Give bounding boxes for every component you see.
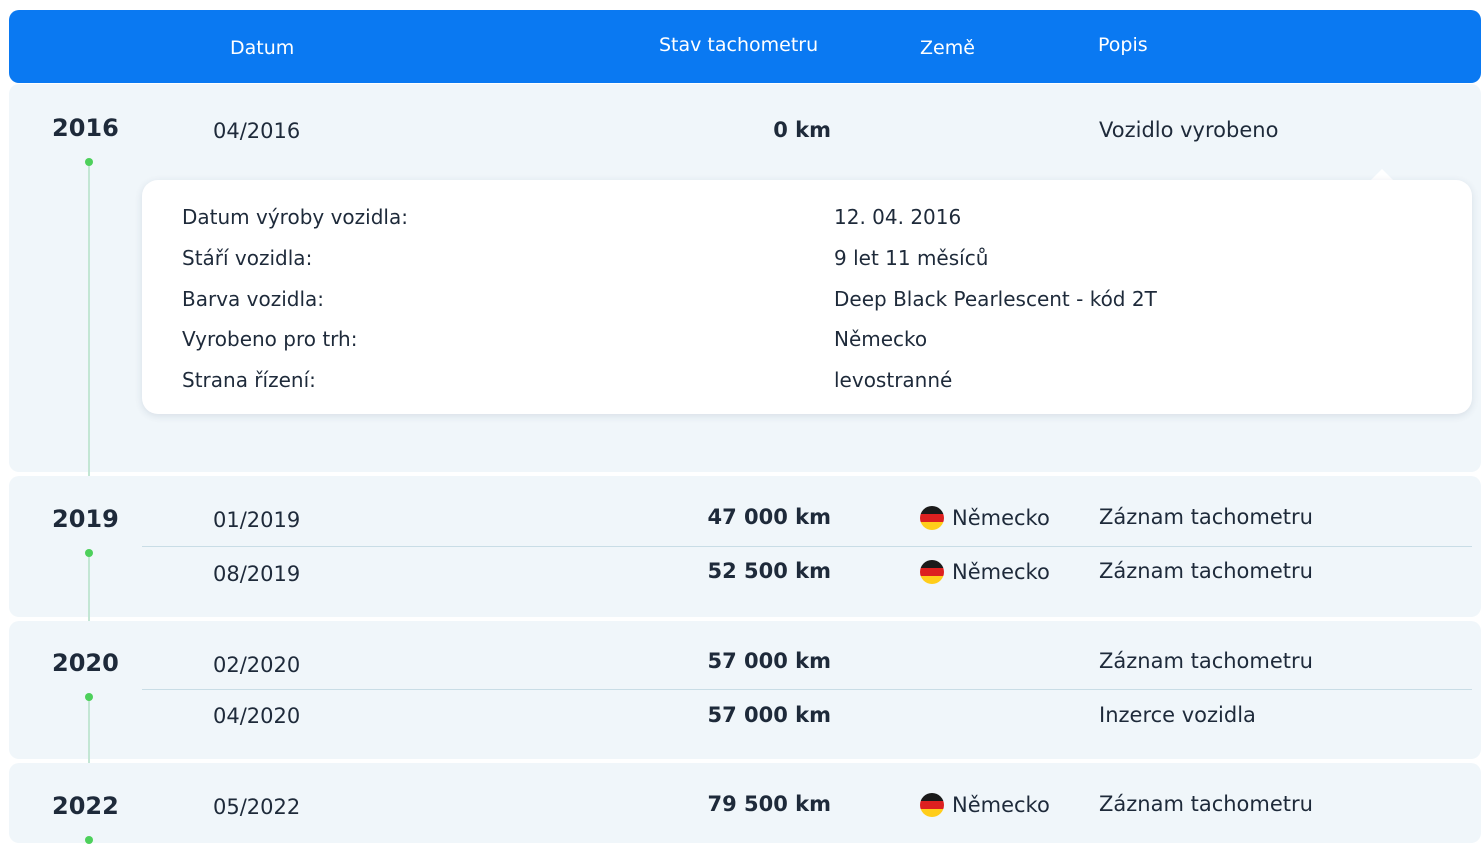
row-date: 05/2022 [213,795,301,819]
table-header: Datum Stav tachometru Země Popis [9,10,1481,83]
row-country-name: Německo [952,793,1050,817]
row-odometer: 0 km [773,118,831,142]
detail-value: 12. 04. 2016 [834,205,962,229]
row-odometer: 79 500 km [707,792,831,816]
year-label: 2020 [52,649,119,677]
header-datum: Datum [230,37,295,59]
detail-value: 9 let 11 měsíců [834,246,989,270]
row-date: 08/2019 [213,562,301,586]
row-description: Záznam tachometru [1099,792,1313,816]
germany-flag-icon [920,560,944,584]
row-date: 02/2020 [213,653,301,677]
detail-value: levostranné [834,368,953,392]
detail-label: Barva vozidla: [182,287,325,311]
year-label: 2016 [52,114,119,142]
detail-value: Německo [834,327,928,351]
row-date: 01/2019 [213,508,301,532]
detail-label: Strana řízení: [182,368,316,392]
row-odometer: 47 000 km [707,505,831,529]
detail-label: Vyrobeno pro trh: [182,327,358,351]
year-label: 2022 [52,792,119,820]
detail-value: Deep Black Pearlescent - kód 2T [834,287,1157,311]
row-description: Inzerce vozidla [1099,703,1256,727]
timeline-dot [85,549,93,557]
row-description: Záznam tachometru [1099,649,1313,673]
timeline-dot [85,158,93,166]
section-2020 [9,621,1481,759]
row-country: Německo [920,506,1050,530]
row-country-name: Německo [952,506,1050,530]
row-description: Vozidlo vyrobeno [1099,118,1279,142]
row-divider [142,689,1472,690]
header-zeme: Země [920,37,975,59]
row-country: Německo [920,560,1050,584]
row-country-name: Německo [952,560,1050,584]
row-odometer: 57 000 km [707,649,831,673]
row-date: 04/2020 [213,704,301,728]
vehicle-detail-card: Datum výroby vozidla: 12. 04. 2016 Stáří… [142,180,1472,414]
row-divider [142,546,1472,547]
row-date: 04/2016 [213,119,301,143]
header-stav-tachometru: Stav tachometru [659,34,819,56]
detail-label: Datum výroby vozidla: [182,205,408,229]
row-odometer: 57 000 km [707,703,831,727]
timeline-dot [85,693,93,701]
row-country: Německo [920,793,1050,817]
row-description: Záznam tachometru [1099,505,1313,529]
row-description: Záznam tachometru [1099,559,1313,583]
row-odometer: 52 500 km [707,559,831,583]
germany-flag-icon [920,793,944,817]
germany-flag-icon [920,506,944,530]
detail-label: Stáří vozidla: [182,246,313,270]
header-popis: Popis [1098,34,1148,56]
timeline-line [88,163,90,494]
year-label: 2019 [52,505,119,533]
